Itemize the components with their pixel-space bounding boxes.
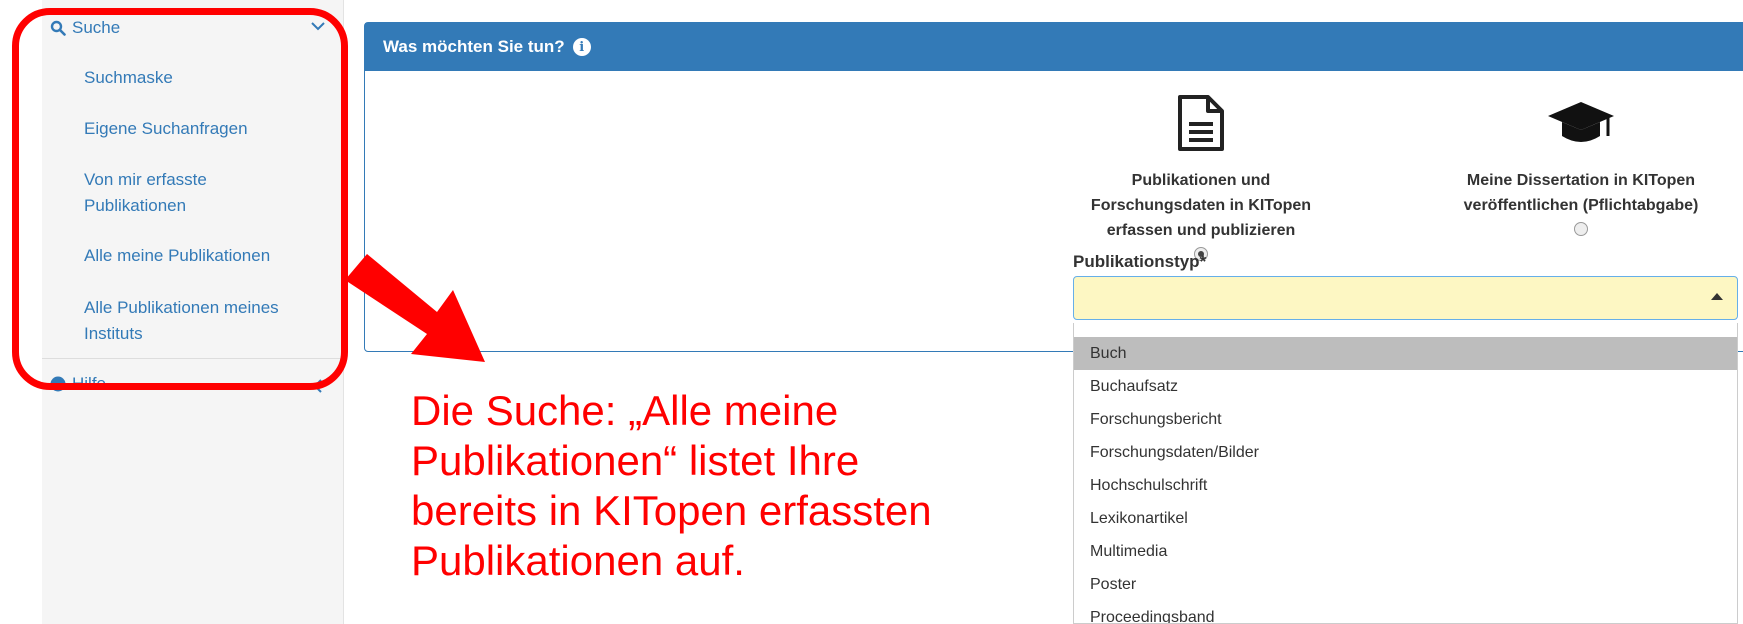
dropdown-option[interactable]: Lexikonartikel	[1074, 502, 1737, 535]
dropdown-option[interactable]: Buchaufsatz	[1074, 370, 1737, 403]
annotation-arrow	[345, 254, 485, 362]
choice-dissertation[interactable]: Meine Dissertation in KITopen veröffentl…	[1436, 90, 1726, 236]
info-icon[interactable]: i	[572, 38, 591, 56]
graduation-cap-icon	[1436, 90, 1726, 156]
choice-publikationen-label: Publikationen und Forschungsdaten in KIT…	[1090, 172, 1312, 239]
publikationstyp-select[interactable]	[1073, 276, 1738, 320]
publikationstyp-dropdown: Buch Buchaufsatz Forschungsbericht Forsc…	[1073, 323, 1738, 624]
panel-title: Was möchten Sie tun?	[383, 37, 565, 56]
dropdown-option[interactable]: Forschungsbericht	[1074, 403, 1737, 436]
dropdown-option[interactable]: Hochschulschrift	[1074, 469, 1737, 502]
radio-dissertation[interactable]	[1574, 222, 1588, 236]
panel-header: Was möchten Sie tun? i	[365, 23, 1743, 71]
publikationstyp-label: Publikationstyp*	[1073, 252, 1207, 271]
document-icon	[1066, 90, 1336, 156]
dropdown-option[interactable]: Poster	[1074, 568, 1737, 601]
dropdown-option[interactable]: Proceedingsband	[1074, 601, 1737, 623]
choice-dissertation-label: Meine Dissertation in KITopen veröffentl…	[1463, 172, 1699, 214]
annotation-highlight-box	[12, 8, 348, 390]
dropdown-option[interactable]: Multimedia	[1074, 535, 1737, 568]
dropdown-option[interactable]: Buch	[1074, 337, 1737, 370]
caret-up-icon	[1711, 293, 1723, 300]
choice-publikationen[interactable]: Publikationen und Forschungsdaten in KIT…	[1066, 90, 1336, 261]
annotation-text: Die Suche: „Alle meine Publikationen“ li…	[411, 387, 932, 584]
dropdown-option[interactable]: Forschungsdaten/Bilder	[1074, 436, 1737, 469]
